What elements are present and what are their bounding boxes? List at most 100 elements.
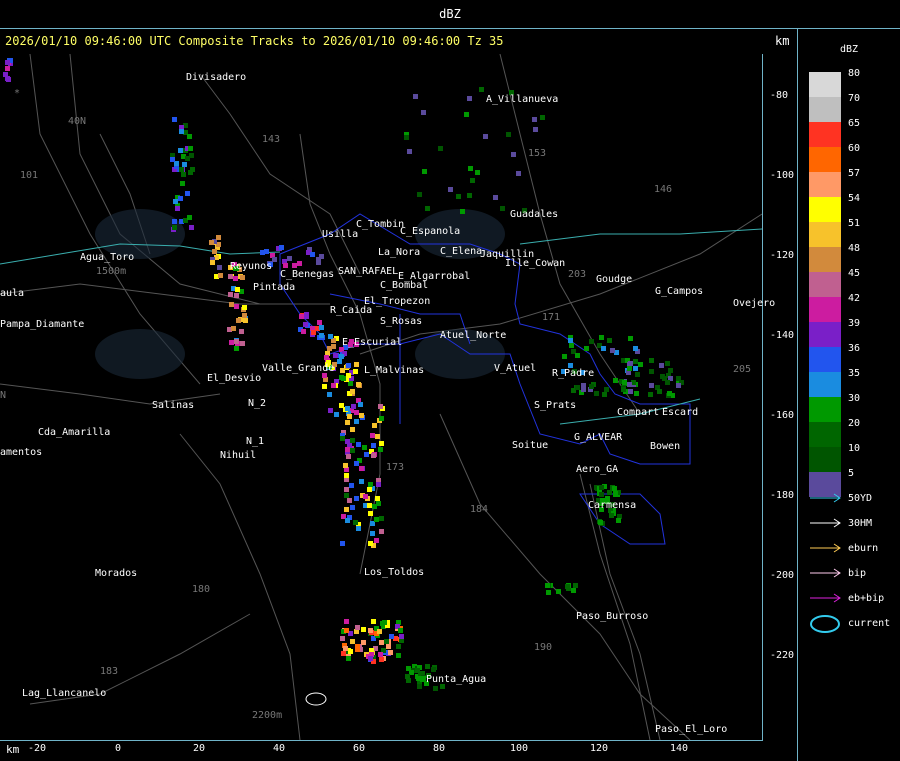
y-tick: -100 xyxy=(770,170,795,181)
echo-cell xyxy=(212,249,217,254)
echo-cell xyxy=(367,503,372,508)
echo-cell xyxy=(311,330,316,335)
echo-cell xyxy=(310,252,315,257)
legend-swatch xyxy=(809,272,841,297)
echo-cell xyxy=(188,170,193,175)
map-svg xyxy=(0,53,763,741)
place-label: V_Atuel xyxy=(494,363,537,374)
y-tick: -80 xyxy=(770,90,789,101)
echo-cell xyxy=(633,366,638,371)
echo-cell xyxy=(346,454,351,459)
place-label: Punta_Agua xyxy=(426,674,487,685)
place-label: R_Padre xyxy=(552,368,595,379)
y-tick: -200 xyxy=(770,570,795,581)
place-label: A_Villanueva xyxy=(486,94,559,105)
echo-cell xyxy=(359,413,364,418)
place-label: Pampa_Diamante xyxy=(0,319,85,330)
echo-cell xyxy=(483,134,488,139)
echo-cell xyxy=(362,445,367,450)
echo-cell xyxy=(355,625,360,630)
echo-cell xyxy=(589,384,594,389)
echo-cell xyxy=(516,171,521,176)
echo-cell xyxy=(328,334,333,339)
echo-cell xyxy=(346,363,351,368)
echo-cell xyxy=(5,76,10,81)
echo-cell xyxy=(361,640,366,645)
echo-cell xyxy=(340,368,345,373)
track-arrow-icon xyxy=(810,518,841,528)
echo-cell xyxy=(328,408,333,413)
place-label: C_Elena xyxy=(440,246,483,257)
echo-cell xyxy=(448,187,453,192)
place-label: Usilla xyxy=(322,229,359,240)
echo-cell xyxy=(601,346,606,351)
echo-cell xyxy=(377,629,382,634)
echo-cell xyxy=(243,318,248,323)
place-label: Carmensa xyxy=(588,500,637,511)
echo-cell xyxy=(628,361,633,366)
echo-cell xyxy=(648,392,653,397)
echo-cell xyxy=(468,166,473,171)
echo-cell xyxy=(372,423,377,428)
place-label: Nihuil xyxy=(220,450,257,461)
echo-cell xyxy=(361,627,366,632)
legend-level-label: 35 xyxy=(848,368,861,379)
road-label: 184 xyxy=(470,504,489,515)
radar-map[interactable]: Divisadero A_Villanueva Guadales C_Tombi… xyxy=(0,53,775,741)
echo-cell xyxy=(607,490,612,495)
place-label: Goudge xyxy=(596,274,633,285)
legend-level-label: 51 xyxy=(848,218,861,229)
road-network xyxy=(0,53,763,741)
place-label: Bowen xyxy=(650,441,681,452)
legend-level-label: 70 xyxy=(848,93,861,104)
echo-cell xyxy=(299,314,304,319)
echo-cell xyxy=(181,172,186,177)
echo-cell xyxy=(464,112,469,117)
echo-cell xyxy=(599,485,604,490)
echo-cell xyxy=(334,412,339,417)
echo-cell xyxy=(431,667,436,672)
echo-cell xyxy=(363,494,368,499)
echo-cell xyxy=(279,245,284,250)
echo-cell xyxy=(406,666,411,671)
echo-cell xyxy=(417,192,422,197)
echo-cell xyxy=(218,273,223,278)
place-label: Valle_Grande xyxy=(262,363,335,374)
legend-swatch xyxy=(809,247,841,272)
echo-cell xyxy=(228,274,233,279)
echo-cell xyxy=(416,676,421,681)
echo-cell xyxy=(356,442,361,447)
echo-cell xyxy=(173,199,178,204)
legend-swatch xyxy=(809,172,841,197)
echo-cell xyxy=(344,507,349,512)
echo-cell xyxy=(340,436,345,441)
echo-cell xyxy=(367,487,372,492)
road-label: 205 xyxy=(733,364,752,375)
x-tick: 80 xyxy=(433,743,446,754)
place-label: Paso_Burroso xyxy=(576,611,649,622)
echo-cell xyxy=(234,339,239,344)
echo-cell xyxy=(340,541,345,546)
place-label: Lag_Llancanelo xyxy=(22,688,107,699)
echo-cell xyxy=(438,146,443,151)
legend-level-label: 36 xyxy=(848,343,861,354)
place-label: Reyunos xyxy=(230,261,273,272)
legend-level-label: 60 xyxy=(848,143,861,154)
echo-cell xyxy=(607,338,612,343)
echo-cell xyxy=(358,402,363,407)
echo-cell xyxy=(398,628,403,633)
echo-cell xyxy=(327,392,332,397)
echo-cell xyxy=(283,263,288,268)
echo-cell xyxy=(565,584,570,589)
legend-level-label: 54 xyxy=(848,193,861,204)
echo-cell xyxy=(371,453,376,458)
echo-cell xyxy=(229,340,234,345)
echo-cell xyxy=(172,117,177,122)
place-label: C_Benegas xyxy=(280,269,335,280)
track-arrow-icon xyxy=(810,593,841,603)
y-tick: -180 xyxy=(770,490,795,501)
echo-cell xyxy=(239,329,244,334)
echo-cell xyxy=(467,96,472,101)
echo-cell xyxy=(303,322,308,327)
road-label: 1500m xyxy=(96,266,127,277)
